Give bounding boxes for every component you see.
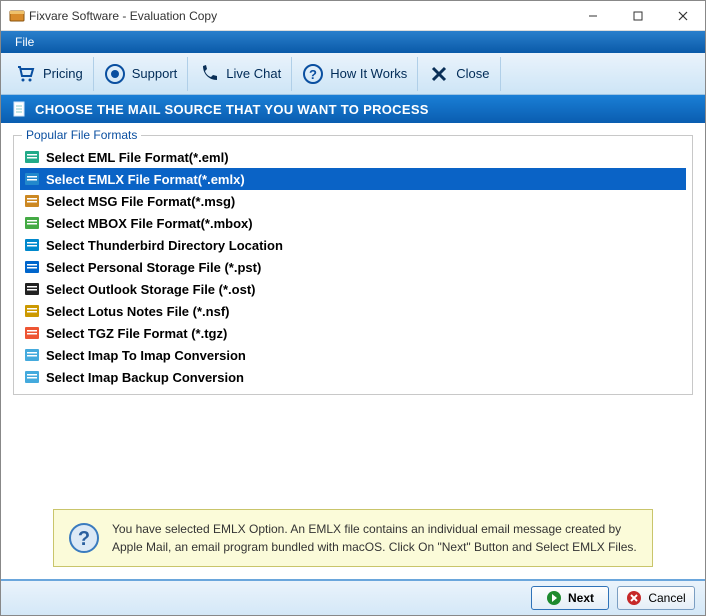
format-file-icon: [24, 303, 40, 319]
pricing-button[interactable]: Pricing: [5, 57, 94, 91]
format-item-label: Select Lotus Notes File (*.nsf): [46, 304, 229, 319]
content-area: Popular File Formats Select EML File For…: [1, 123, 705, 579]
format-item[interactable]: Select Imap Backup Conversion: [20, 366, 686, 388]
format-item[interactable]: Select TGZ File Format (*.tgz): [20, 322, 686, 344]
svg-text:?: ?: [309, 67, 317, 82]
app-icon: [9, 8, 25, 24]
footer: Next Cancel: [1, 579, 705, 615]
format-file-icon: [24, 369, 40, 385]
format-item-label: Select Outlook Storage File (*.ost): [46, 282, 255, 297]
formats-group: Popular File Formats Select EML File For…: [13, 135, 693, 395]
window-controls: [570, 1, 705, 30]
format-file-icon: [24, 325, 40, 341]
svg-text:?: ?: [78, 528, 90, 550]
titlebar: Fixvare Software - Evaluation Copy: [1, 1, 705, 31]
format-item-label: Select MBOX File Format(*.mbox): [46, 216, 253, 231]
format-item[interactable]: Select Personal Storage File (*.pst): [20, 256, 686, 278]
format-item-label: Select EMLX File Format(*.emlx): [46, 172, 245, 187]
format-file-icon: [24, 193, 40, 209]
close-label: Close: [456, 66, 489, 81]
format-file-icon: [24, 281, 40, 297]
cancel-icon: [626, 590, 642, 606]
maximize-button[interactable]: [615, 1, 660, 30]
minimize-button[interactable]: [570, 1, 615, 30]
cart-icon: [15, 63, 37, 85]
headset-icon: [104, 63, 126, 85]
format-file-icon: [24, 171, 40, 187]
format-item-label: Select Imap To Imap Conversion: [46, 348, 246, 363]
format-item-label: Select Personal Storage File (*.pst): [46, 260, 261, 275]
close-window-button[interactable]: [660, 1, 705, 30]
format-item-label: Select Imap Backup Conversion: [46, 370, 244, 385]
window-title: Fixvare Software - Evaluation Copy: [25, 9, 570, 23]
menu-file[interactable]: File: [7, 33, 42, 51]
group-legend: Popular File Formats: [22, 128, 141, 142]
document-icon: [11, 101, 27, 117]
format-item[interactable]: Select EMLX File Format(*.emlx): [20, 168, 686, 190]
howitworks-label: How It Works: [330, 66, 407, 81]
howitworks-button[interactable]: ? How It Works: [292, 57, 418, 91]
menubar: File: [1, 31, 705, 53]
cancel-label: Cancel: [648, 591, 685, 605]
livechat-label: Live Chat: [226, 66, 281, 81]
livechat-button[interactable]: Live Chat: [188, 57, 292, 91]
toolbar: Pricing Support Live Chat ? How It Works…: [1, 53, 705, 95]
format-item-label: Select TGZ File Format (*.tgz): [46, 326, 227, 341]
info-question-icon: ?: [68, 522, 100, 554]
banner-text: CHOOSE THE MAIL SOURCE THAT YOU WANT TO …: [35, 102, 429, 117]
format-item[interactable]: Select Lotus Notes File (*.nsf): [20, 300, 686, 322]
format-item[interactable]: Select MSG File Format(*.msg): [20, 190, 686, 212]
format-item[interactable]: Select Imap To Imap Conversion: [20, 344, 686, 366]
support-button[interactable]: Support: [94, 57, 189, 91]
banner: CHOOSE THE MAIL SOURCE THAT YOU WANT TO …: [1, 95, 705, 123]
info-box: ? You have selected EMLX Option. An EMLX…: [53, 509, 653, 567]
phone-icon: [198, 63, 220, 85]
format-item[interactable]: Select Thunderbird Directory Location: [20, 234, 686, 256]
format-file-icon: [24, 237, 40, 253]
cancel-button[interactable]: Cancel: [617, 586, 695, 610]
next-arrow-icon: [546, 590, 562, 606]
x-icon: [428, 63, 450, 85]
close-button[interactable]: Close: [418, 57, 500, 91]
info-text: You have selected EMLX Option. An EMLX f…: [112, 520, 638, 556]
format-item[interactable]: Select Outlook Storage File (*.ost): [20, 278, 686, 300]
format-file-icon: [24, 215, 40, 231]
format-list: Select EML File Format(*.eml) Select EMLX…: [20, 146, 686, 388]
format-item[interactable]: Select MBOX File Format(*.mbox): [20, 212, 686, 234]
format-item-label: Select EML File Format(*.eml): [46, 150, 229, 165]
question-icon: ?: [302, 63, 324, 85]
pricing-label: Pricing: [43, 66, 83, 81]
app-window: Fixvare Software - Evaluation Copy File …: [0, 0, 706, 616]
next-button[interactable]: Next: [531, 586, 609, 610]
format-item-label: Select Thunderbird Directory Location: [46, 238, 283, 253]
format-file-icon: [24, 259, 40, 275]
format-file-icon: [24, 347, 40, 363]
format-item[interactable]: Select EML File Format(*.eml): [20, 146, 686, 168]
support-label: Support: [132, 66, 178, 81]
next-label: Next: [568, 591, 594, 605]
format-item-label: Select MSG File Format(*.msg): [46, 194, 235, 209]
format-file-icon: [24, 149, 40, 165]
